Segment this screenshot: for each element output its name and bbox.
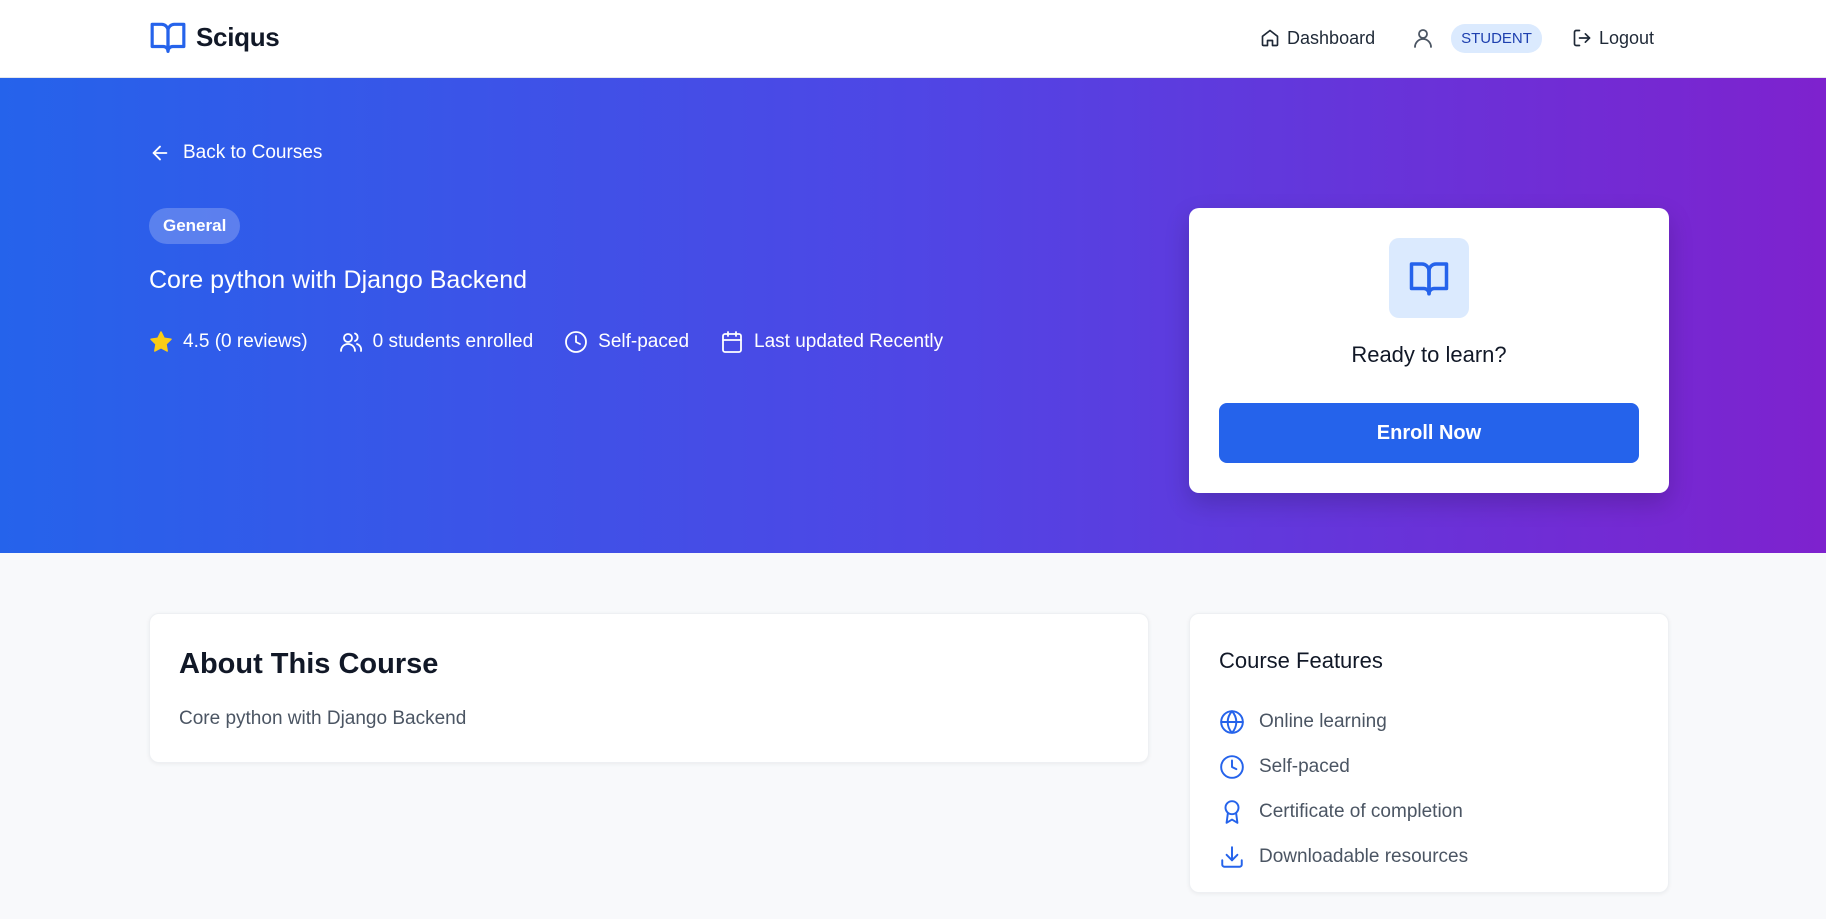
book-open-icon	[1409, 262, 1449, 296]
enroll-icon-box	[1389, 238, 1469, 318]
rating-text: 4.5 (0 reviews)	[183, 331, 308, 352]
logout-link[interactable]: Logout	[1572, 28, 1654, 49]
course-hero: Back to Courses General Core python with…	[0, 78, 1826, 553]
features-title: Course Features	[1219, 648, 1383, 673]
top-navbar: Sciqus Dashboard STUDENT Logout	[0, 0, 1826, 78]
clock-icon	[1220, 754, 1244, 779]
enroll-now-button[interactable]: Enroll Now	[1219, 403, 1639, 463]
users-icon	[339, 332, 362, 352]
students-text: 0 students enrolled	[372, 331, 534, 352]
pace-meta: Self-paced	[564, 330, 689, 354]
pace-text: Self-paced	[598, 331, 690, 352]
updated-text: Last updated Recently	[754, 331, 944, 352]
feature-item: Self-paced	[1219, 744, 1468, 789]
feature-label: Online learning	[1259, 710, 1387, 732]
about-description: Core python with Django Backend	[179, 708, 467, 729]
role-badge: STUDENT	[1451, 23, 1542, 53]
about-title: About This Course	[179, 648, 439, 680]
dashboard-link[interactable]: Dashboard	[1260, 28, 1375, 49]
header-nav: Dashboard STUDENT Logout	[1260, 22, 1654, 54]
back-to-courses-link[interactable]: Back to Courses	[149, 142, 322, 164]
students-meta: 0 students enrolled	[339, 330, 534, 354]
enroll-card: Ready to learn? Enroll Now	[1189, 208, 1669, 493]
course-title: Core python with Django Backend	[149, 266, 528, 294]
feature-item: Certificate of completion	[1219, 789, 1468, 834]
feature-label: Downloadable resources	[1259, 845, 1469, 867]
user-icon[interactable]	[1411, 26, 1435, 50]
calendar-icon	[722, 331, 742, 353]
star-icon	[150, 331, 172, 352]
feature-label: Self-paced	[1259, 755, 1350, 777]
arrow-left-icon	[152, 145, 168, 161]
home-icon	[1261, 29, 1279, 47]
updated-meta: Last updated Recently	[720, 330, 943, 354]
book-open-icon	[150, 22, 186, 53]
about-course-card: About This Course Core python with Djang…	[149, 613, 1149, 763]
feature-list: Online learning Self-paced Certificate o…	[1219, 699, 1468, 879]
brand-name: Sciqus	[196, 21, 280, 52]
dashboard-label: Dashboard	[1287, 27, 1376, 48]
feature-item: Online learning	[1219, 699, 1468, 744]
logout-icon	[1573, 29, 1591, 47]
course-features-card: Course Features Online learning Self-pac…	[1189, 613, 1669, 893]
ready-prompt: Ready to learn?	[1351, 342, 1507, 367]
course-meta: 4.5 (0 reviews) 0 students enrolled Self…	[149, 330, 974, 354]
category-badge: General	[149, 208, 241, 244]
rating-meta: 4.5 (0 reviews)	[149, 330, 308, 354]
globe-icon	[1220, 709, 1244, 734]
brand-logo-link[interactable]: Sciqus	[149, 18, 280, 56]
feature-label: Certificate of completion	[1259, 800, 1463, 822]
logout-label: Logout	[1598, 27, 1654, 48]
clock-icon	[565, 331, 588, 353]
back-label: Back to Courses	[183, 142, 323, 163]
feature-item: Downloadable resources	[1219, 834, 1468, 879]
award-icon	[1224, 799, 1240, 824]
download-icon	[1221, 845, 1243, 868]
